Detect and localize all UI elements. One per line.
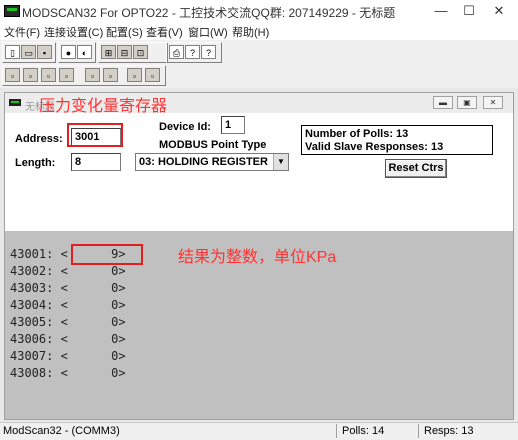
print-toolbar-group: ⎙ ? ? xyxy=(166,42,222,63)
device-id-field[interactable]: 1 xyxy=(221,116,245,134)
save-file-icon[interactable]: ▪ xyxy=(37,45,52,59)
format-toolbar-group: ▫ ▫ ▫ ▫ ▫ ▫ ▫ ▫ xyxy=(2,65,166,86)
menu-setup[interactable]: 配置(S) xyxy=(106,24,143,40)
window-title: MODSCAN32 For OPTO22 - 工控技术交流QQ群: 207149… xyxy=(22,6,396,20)
tile-window-icon[interactable]: ⊡ xyxy=(133,45,148,59)
register-row[interactable]: 43004: < 0> xyxy=(10,298,126,312)
context-help-icon[interactable]: ? xyxy=(201,45,216,59)
file-toolbar-group: ▯ ▭ ▪ xyxy=(2,42,56,63)
main-toolbar: ▯ ▭ ▪ ● ◐ ⊞ ⊟ ⊡ ⎙ ? ? xyxy=(0,41,518,63)
menu-view[interactable]: 查看(V) xyxy=(146,24,183,40)
valid-responses-count: Valid Slave Responses: 13 xyxy=(305,141,444,153)
double-format-icon[interactable]: ▫ xyxy=(103,68,118,82)
open-file-icon[interactable]: ▭ xyxy=(21,45,36,59)
value-highlight-box xyxy=(71,244,143,265)
register-row[interactable]: 43005: < 0> xyxy=(10,315,126,329)
display-config-icon[interactable]: ⊞ xyxy=(101,45,116,59)
poll-stats-box: Number of Polls: 13 Valid Slave Response… xyxy=(301,125,493,155)
register-row[interactable]: 43006: < 0> xyxy=(10,332,126,346)
swapped-float-icon[interactable]: ▫ xyxy=(85,68,100,82)
child-minimize-button[interactable]: ▬ xyxy=(433,96,453,109)
length-field[interactable]: 8 xyxy=(71,153,121,171)
annotation-value-note: 结果为整数，单位KPa xyxy=(178,249,337,266)
scan-window: 无标题 压力变化量寄存器 ▬ ▣ ✕ Address: 3001 Device … xyxy=(4,92,514,420)
display-toolbar-group: ⊞ ⊟ ⊡ xyxy=(98,42,168,63)
connect-toolbar-group: ● ◐ xyxy=(58,42,96,63)
status-responses: Resps: 13 xyxy=(424,425,474,437)
register-row[interactable]: 43002: < 0> xyxy=(10,264,126,278)
title-bar: MODSCAN32 For OPTO22 - 工控技术交流QQ群: 207149… xyxy=(0,0,518,23)
child-maximize-button[interactable]: ▣ xyxy=(457,96,477,109)
reset-counters-button[interactable]: Reset Ctrs xyxy=(385,159,447,178)
app-icon xyxy=(4,5,20,17)
status-divider xyxy=(418,424,419,438)
print-icon[interactable]: ⎙ xyxy=(169,45,184,59)
about-icon[interactable]: ? xyxy=(185,45,200,59)
register-data-area: 43001: < 9> 43002: < 0> 43003: < 0> 4300… xyxy=(5,231,513,419)
child-window-icon xyxy=(9,99,21,106)
register-row[interactable]: 43007: < 0> xyxy=(10,349,126,363)
chevron-down-icon[interactable]: ▼ xyxy=(273,154,288,170)
register-row[interactable]: 43008: < 0> xyxy=(10,366,126,380)
hex-format-icon[interactable]: ▫ xyxy=(41,68,56,82)
long-format-icon[interactable]: ▫ xyxy=(145,68,160,82)
menu-window[interactable]: 窗口(W) xyxy=(188,24,228,40)
address-label: Address: xyxy=(15,133,63,145)
close-button[interactable]: ✕ xyxy=(480,0,518,22)
device-id-label: Device Id: xyxy=(159,121,211,133)
status-divider xyxy=(336,424,337,438)
child-title-bar: 无标题 压力变化量寄存器 ▬ ▣ ✕ xyxy=(5,93,513,115)
new-file-icon[interactable]: ▯ xyxy=(5,45,20,59)
binary-format-icon[interactable]: ▫ xyxy=(5,68,20,82)
register-row[interactable]: 43003: < 0> xyxy=(10,281,126,295)
menu-connection[interactable]: 连接设置(C) xyxy=(44,24,103,40)
menu-help[interactable]: 帮助(H) xyxy=(232,24,269,40)
annotation-register-title: 压力变化量寄存器 xyxy=(39,98,168,115)
menu-file[interactable]: 文件(F) xyxy=(4,24,40,40)
menu-bar: 文件(F) 连接设置(C) 配置(S) 查看(V) 窗口(W) 帮助(H) xyxy=(0,22,518,40)
connect-icon[interactable]: ● xyxy=(61,45,76,59)
child-close-button[interactable]: ✕ xyxy=(483,96,503,109)
float-format-icon[interactable]: ▫ xyxy=(59,68,74,82)
decimal-format-icon[interactable]: ▫ xyxy=(23,68,38,82)
length-label: Length: xyxy=(15,157,56,169)
point-type-selected: 03: HOLDING REGISTER xyxy=(139,156,268,168)
display-format-icon[interactable]: ⊟ xyxy=(117,45,132,59)
polls-count: Number of Polls: 13 xyxy=(305,128,409,140)
status-polls: Polls: 14 xyxy=(342,425,385,437)
point-type-select[interactable]: 03: HOLDING REGISTER ▼ xyxy=(135,153,289,171)
disconnect-icon[interactable]: ◐ xyxy=(77,45,92,59)
address-highlight-box xyxy=(67,123,123,147)
format-toolbar: ▫ ▫ ▫ ▫ ▫ ▫ ▫ ▫ xyxy=(0,64,518,86)
status-bar: ModScan32 - (COMM3) Polls: 14 Resps: 13 xyxy=(0,422,518,440)
swapped-double-icon[interactable]: ▫ xyxy=(127,68,142,82)
status-connection: ModScan32 - (COMM3) xyxy=(3,425,120,437)
point-type-label: MODBUS Point Type xyxy=(159,139,267,151)
